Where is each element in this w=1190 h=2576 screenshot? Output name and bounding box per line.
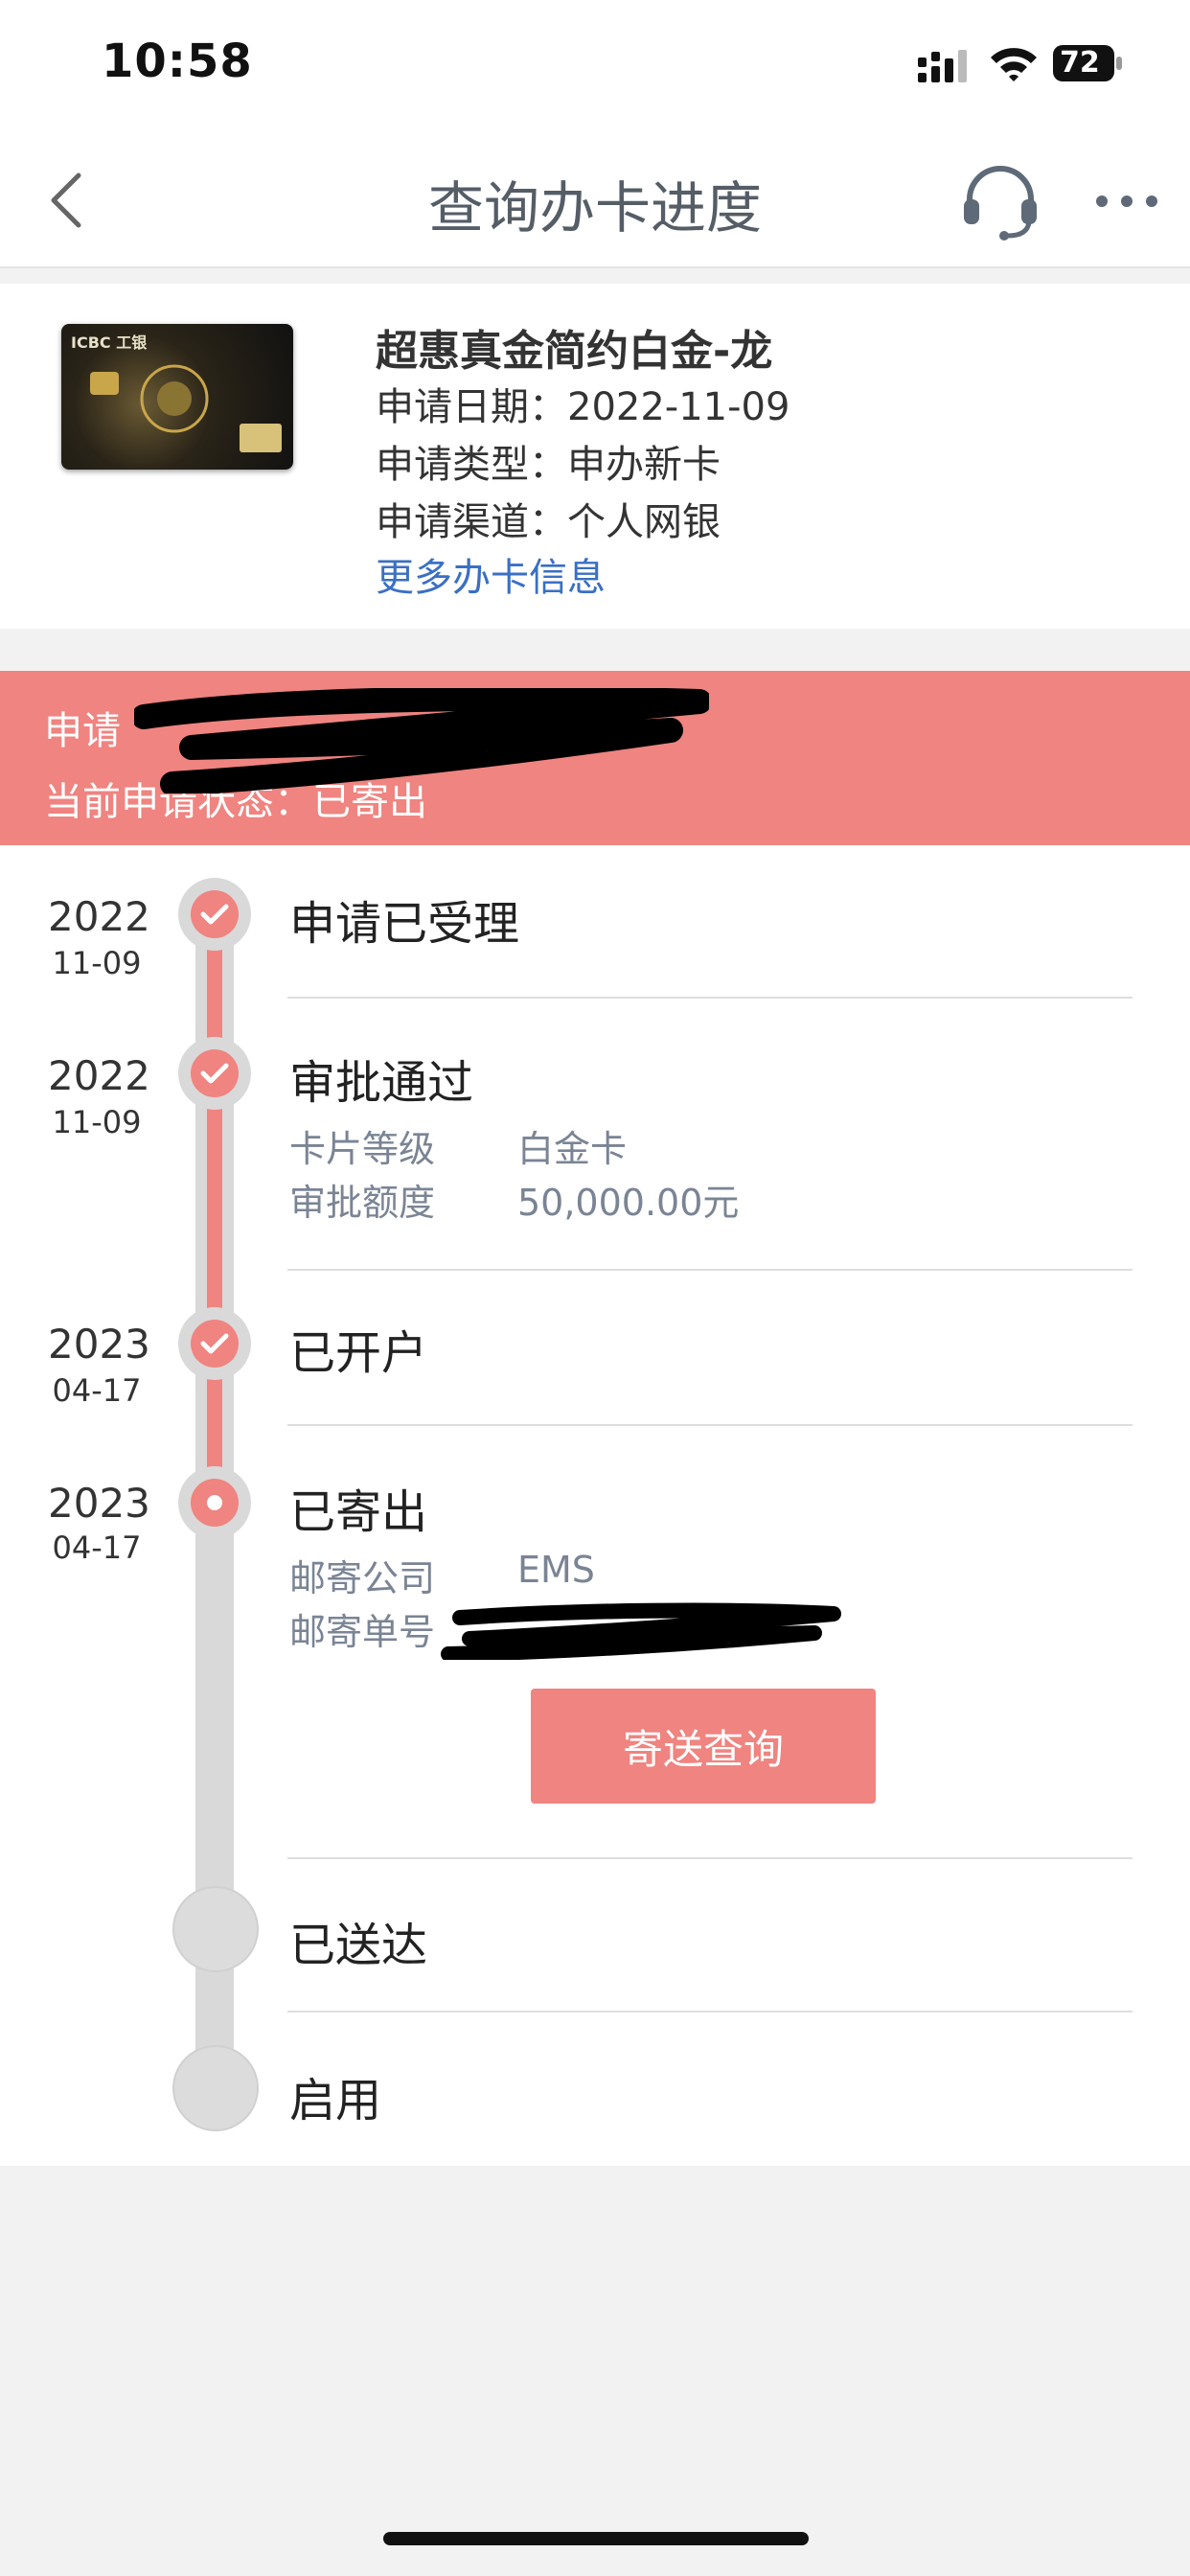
wifi-icon bbox=[991, 48, 1037, 81]
step-divider bbox=[287, 2011, 1133, 2012]
redaction-scribble bbox=[134, 688, 709, 794]
step-date: 11-09 bbox=[52, 945, 142, 981]
step-divider bbox=[287, 1269, 1133, 1271]
headset-icon[interactable] bbox=[960, 161, 1041, 242]
application-number: 申请 bbox=[44, 709, 121, 753]
step-title: 已开户 bbox=[289, 1326, 428, 1380]
more-card-info-link[interactable]: 更多办卡信息 bbox=[376, 546, 606, 602]
detail-label: 审批额度 bbox=[289, 1182, 436, 1224]
credit-card-image: ICBC 工银 bbox=[61, 324, 293, 470]
step-year: 2022 bbox=[48, 893, 150, 940]
check-icon bbox=[200, 1333, 229, 1354]
more-icon[interactable] bbox=[1090, 172, 1163, 230]
redaction-scribble bbox=[441, 1602, 841, 1660]
card-name: 超惠真金简约白金-龙 bbox=[376, 327, 773, 376]
step-title: 启用 bbox=[289, 2074, 382, 2128]
step-date: 11-09 bbox=[52, 1104, 142, 1140]
card-pattern-icon bbox=[90, 364, 282, 452]
check-icon bbox=[200, 904, 229, 925]
apply-date: 申请日期：2022-11-09 bbox=[376, 385, 790, 429]
step-year: 2023 bbox=[48, 1480, 150, 1527]
step-pending-node bbox=[172, 2045, 259, 2131]
step-year: 2023 bbox=[48, 1321, 150, 1368]
battery-icon: 72 bbox=[1052, 44, 1123, 82]
detail-value: EMS bbox=[517, 1549, 595, 1591]
step-date: 04-17 bbox=[52, 1372, 142, 1409]
battery-level: 72 bbox=[1060, 46, 1100, 80]
home-indicator bbox=[383, 2532, 809, 2545]
step-title: 已送达 bbox=[289, 1919, 428, 1972]
step-done-node bbox=[178, 1307, 251, 1380]
step-done-node bbox=[178, 878, 251, 951]
step-pending-node bbox=[172, 1886, 259, 1972]
current-dot-icon bbox=[207, 1495, 222, 1510]
shipment-tracking-button[interactable]: 寄送查询 bbox=[531, 1689, 876, 1804]
step-title: 已寄出 bbox=[289, 1485, 428, 1539]
status-time: 10:58 bbox=[102, 34, 253, 88]
step-current-node bbox=[178, 1466, 251, 1539]
step-title: 申请已受理 bbox=[289, 897, 520, 951]
check-icon bbox=[200, 1063, 229, 1084]
step-date: 04-17 bbox=[52, 1530, 142, 1566]
step-divider bbox=[287, 1424, 1133, 1426]
step-done-node bbox=[178, 1037, 251, 1110]
apply-type: 申请类型：申办新卡 bbox=[376, 443, 721, 487]
detail-label: 邮寄公司 bbox=[289, 1557, 436, 1599]
detail-value: 白金卡 bbox=[517, 1128, 628, 1170]
detail-label: 卡片等级 bbox=[289, 1128, 436, 1170]
step-divider bbox=[287, 997, 1133, 999]
apply-channel: 申请渠道：个人网银 bbox=[376, 500, 721, 544]
cellular-signal-icon bbox=[918, 50, 967, 82]
detail-value: 50,000.00元 bbox=[517, 1182, 740, 1224]
step-year: 2022 bbox=[48, 1052, 150, 1099]
step-divider bbox=[287, 1857, 1133, 1859]
step-title: 审批通过 bbox=[289, 1056, 474, 1110]
detail-label: 邮寄单号 bbox=[289, 1611, 436, 1653]
timeline-progress bbox=[207, 910, 222, 1505]
